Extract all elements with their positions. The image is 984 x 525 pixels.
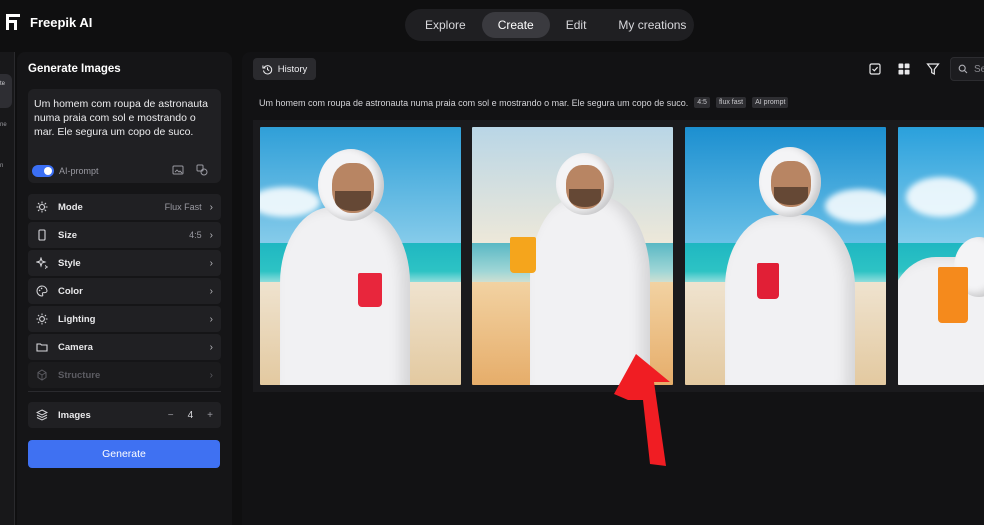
tab-explore[interactable]: Explore bbox=[409, 12, 482, 38]
chevron-right-icon: › bbox=[209, 201, 213, 213]
images-count-value: 4 bbox=[187, 409, 194, 421]
option-value: Flux Fast bbox=[164, 202, 202, 212]
top-navigation: Explore Create Edit My creations bbox=[405, 9, 694, 41]
rail-item-active[interactable] bbox=[0, 74, 12, 108]
option-camera[interactable]: Camera › bbox=[28, 334, 221, 360]
rail-item-label[interactable]: n bbox=[0, 163, 3, 169]
palette-icon bbox=[36, 285, 48, 297]
rail-item-label[interactable]: ne bbox=[0, 122, 7, 128]
option-color[interactable]: Color › bbox=[28, 278, 221, 304]
option-label: Mode bbox=[58, 201, 83, 213]
chevron-right-icon: › bbox=[209, 285, 213, 297]
ai-prompt-toggle[interactable] bbox=[32, 165, 54, 177]
select-checkbox-icon[interactable] bbox=[868, 62, 882, 76]
filter-icon[interactable] bbox=[926, 62, 940, 76]
generate-button[interactable]: Generate bbox=[28, 440, 220, 468]
image-reference-icon[interactable] bbox=[172, 164, 184, 176]
option-lighting[interactable]: Lighting › bbox=[28, 306, 221, 332]
option-value: 4:5 bbox=[189, 230, 202, 240]
history-label: History bbox=[277, 63, 308, 75]
decrement-button[interactable]: − bbox=[168, 410, 174, 421]
ai-prompt-label: AI-prompt bbox=[59, 166, 99, 176]
option-label: Camera bbox=[58, 341, 93, 353]
option-structure: Structure › bbox=[28, 362, 221, 388]
option-style[interactable]: Style › bbox=[28, 250, 221, 276]
option-label: Size bbox=[58, 229, 78, 241]
option-label: Lighting bbox=[58, 313, 96, 325]
history-icon bbox=[262, 64, 272, 74]
tab-my-creations[interactable]: My creations bbox=[602, 12, 702, 38]
option-mode[interactable]: Mode Flux Fast › bbox=[28, 194, 221, 220]
generate-panel: Generate Images Um homem com roupa de as… bbox=[17, 52, 232, 525]
left-rail: te ne n bbox=[0, 52, 15, 525]
option-label: Color bbox=[58, 285, 83, 297]
layers-icon bbox=[36, 409, 48, 421]
chevron-right-icon: › bbox=[209, 341, 213, 353]
generated-image-1[interactable] bbox=[260, 127, 461, 385]
sun-icon bbox=[36, 313, 48, 325]
images-label: Images bbox=[58, 409, 91, 421]
divider bbox=[28, 391, 221, 392]
structure-icon bbox=[36, 369, 48, 381]
rail-item-label[interactable]: te bbox=[0, 81, 5, 87]
phone-frame-icon bbox=[36, 229, 48, 241]
tag-ai-prompt: AI prompt bbox=[752, 97, 789, 108]
folder-icon bbox=[36, 341, 48, 353]
chevron-right-icon: › bbox=[209, 369, 213, 381]
prompt-text[interactable]: Um homem com roupa de astronauta numa pr… bbox=[34, 97, 218, 139]
chevron-right-icon: › bbox=[209, 313, 213, 325]
magic-stars-icon bbox=[36, 257, 48, 269]
generated-image-3[interactable] bbox=[685, 127, 886, 385]
search-icon bbox=[958, 64, 968, 74]
generation-prompt-text[interactable]: Um homem com roupa de astronauta numa pr… bbox=[259, 98, 688, 108]
images-count-row: Images − 4 + bbox=[28, 402, 221, 428]
tag-size: 4:5 bbox=[694, 97, 710, 108]
chevron-right-icon: › bbox=[209, 229, 213, 241]
history-button[interactable]: History bbox=[253, 58, 316, 80]
brand[interactable]: Freepik AI bbox=[6, 14, 92, 30]
tag-mode: flux fast bbox=[715, 97, 747, 108]
images-stepper: − 4 + bbox=[168, 410, 213, 421]
option-size[interactable]: Size 4:5 › bbox=[28, 222, 221, 248]
annotation-arrow-icon bbox=[614, 354, 670, 466]
shapes-icon[interactable] bbox=[196, 164, 208, 176]
search-placeholder: Se bbox=[974, 63, 984, 75]
app-title: Freepik AI bbox=[30, 14, 93, 30]
tab-create[interactable]: Create bbox=[481, 12, 550, 38]
grid-view-icon[interactable] bbox=[897, 62, 911, 76]
tab-edit[interactable]: Edit bbox=[550, 12, 603, 38]
panel-title: Generate Images bbox=[28, 63, 121, 75]
generated-image-4[interactable] bbox=[898, 127, 984, 385]
top-bar: Freepik AI Explore Create Edit My creati… bbox=[0, 0, 984, 48]
generated-image-2[interactable] bbox=[472, 127, 673, 385]
increment-button[interactable]: + bbox=[207, 410, 213, 421]
chevron-right-icon: › bbox=[209, 257, 213, 269]
search-input[interactable]: Se bbox=[950, 57, 984, 81]
option-label: Style bbox=[58, 257, 81, 269]
freepik-logo-icon bbox=[6, 14, 20, 30]
prompt-textarea[interactable]: Um homem com roupa de astronauta numa pr… bbox=[28, 89, 221, 183]
sparkle-gear-icon bbox=[36, 201, 48, 213]
generation-prompt: Um homem com roupa de astronauta numa pr… bbox=[259, 97, 789, 108]
option-label: Structure bbox=[58, 369, 101, 381]
